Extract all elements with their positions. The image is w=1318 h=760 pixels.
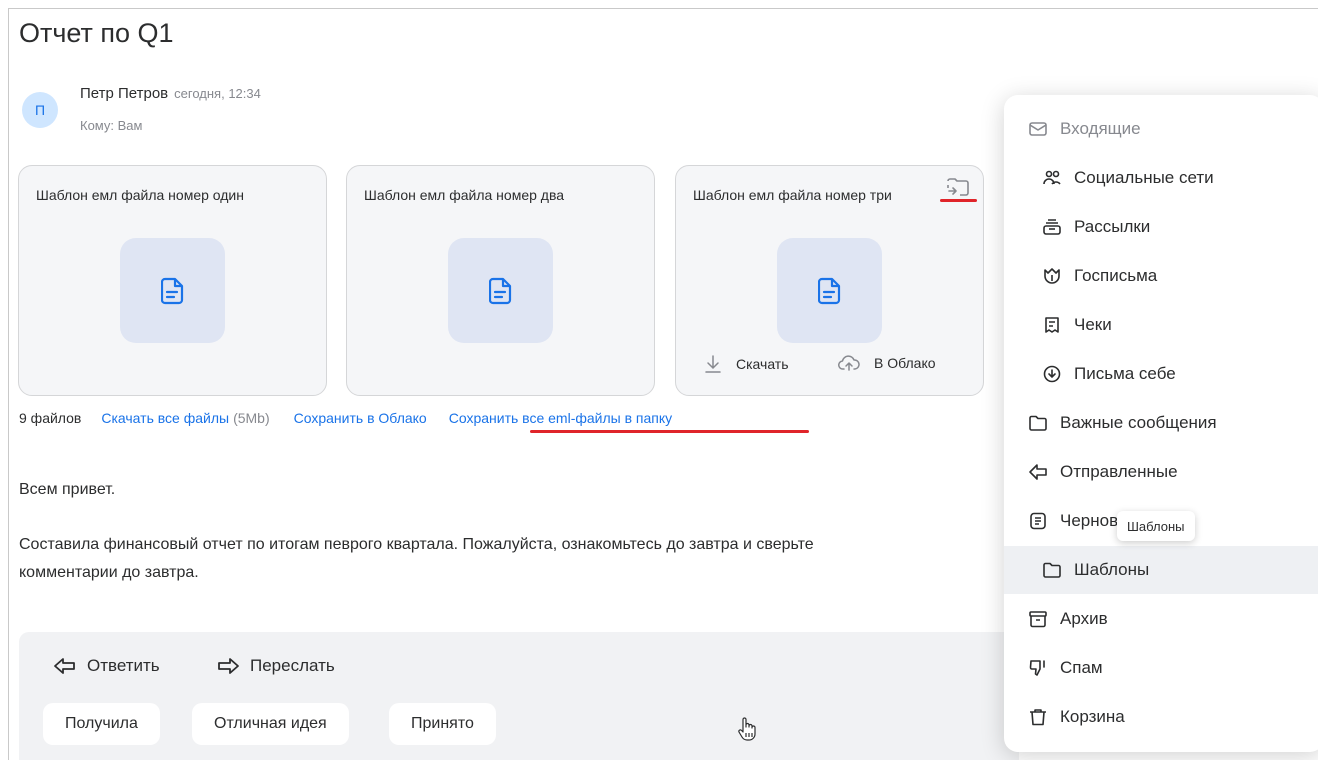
highlight-underline (530, 430, 809, 433)
to-cloud-label: В Облако (874, 355, 936, 371)
menu-item-label: Отправленные (1060, 462, 1178, 481)
trash-icon (1030, 709, 1046, 726)
attachments-bar: 9 файлов Скачать все файлы (5Mb) Сохрани… (19, 410, 672, 426)
attachment-name: Шаблон емл файла номер два (364, 187, 565, 203)
files-count: 9 файлов (19, 410, 82, 426)
document-icon (817, 277, 840, 304)
sent-icon (1029, 464, 1047, 480)
document-icon (160, 277, 183, 304)
save-eml-to-folder-link[interactable]: Сохранить все eml-файлы в папку (449, 410, 672, 426)
attachment-thumbnail[interactable] (120, 238, 225, 343)
folder-icon (1043, 562, 1061, 578)
email-paragraph-line: Составила финансовый отчет по итогам пев… (19, 536, 814, 553)
menu-item-newsletters[interactable]: Рассылки (1004, 203, 1318, 251)
tooltip: Шаблоны (1117, 511, 1195, 541)
forward-icon (218, 658, 239, 674)
emblem-icon (1044, 268, 1060, 284)
menu-item-label: Социальные сети (1074, 168, 1214, 187)
to-cloud-button[interactable]: В Облако (838, 354, 936, 372)
email-subject: Отчет по Q1 (19, 18, 174, 48)
menu-item-label: Архив (1060, 609, 1108, 628)
attachment-name: Шаблон емл файла номер один (36, 187, 244, 203)
hand-pointer-icon (738, 717, 756, 741)
attachment-thumbnail[interactable] (448, 238, 553, 343)
forward-label: Переслать (250, 656, 335, 675)
menu-item-archive[interactable]: Архив (1004, 595, 1318, 643)
download-label: Скачать (736, 356, 789, 372)
email-paragraph-line: комментарии до завтра. (19, 564, 199, 581)
menu-item-spam[interactable]: Спам (1004, 644, 1318, 692)
archive-icon (1029, 611, 1047, 628)
highlight-underline (940, 199, 977, 202)
sender-avatar[interactable]: П (22, 92, 58, 128)
menu-item-trash[interactable]: Корзина (1004, 693, 1318, 741)
sender-name[interactable]: Петр Петров (80, 85, 168, 102)
files-size: (5Mb) (233, 410, 270, 426)
quick-reply-chip[interactable]: Получила (43, 703, 160, 745)
mail-icon (1029, 122, 1047, 136)
menu-item-self[interactable]: Письма себе (1004, 350, 1318, 398)
spam-icon (1029, 660, 1045, 676)
receipt-icon (1045, 317, 1059, 333)
move-to-folder-menu: Входящие Социальные сети Рассылки Госпис… (1004, 95, 1318, 752)
reply-label: Ответить (87, 656, 160, 675)
attachment-thumbnail[interactable] (777, 238, 882, 343)
sent-time: сегодня, 12:34 (174, 86, 261, 101)
forward-button[interactable]: Переслать (216, 656, 335, 676)
menu-item-label: Входящие (1060, 119, 1141, 138)
quick-reply-chip[interactable]: Отличная идея (192, 703, 349, 745)
menu-item-label: Важные сообщения (1060, 413, 1217, 432)
reply-button[interactable]: Ответить (53, 656, 160, 676)
menu-item-social[interactable]: Социальные сети (1004, 154, 1318, 202)
attachment-name: Шаблон емл файла номер три (693, 187, 892, 203)
document-icon (488, 277, 511, 304)
download-all-link[interactable]: Скачать все файлы (101, 410, 229, 426)
sender-line: Петр Петров сегодня, 12:34 (80, 85, 261, 102)
menu-item-templates[interactable]: Шаблоны (1004, 546, 1318, 594)
menu-item-label: Корзина (1060, 707, 1125, 726)
download-icon (705, 355, 721, 373)
menu-item-label: Госписьма (1074, 266, 1158, 285)
attachment-card[interactable]: Шаблон емл файла номер один (18, 165, 327, 396)
menu-item-label: Чеки (1074, 315, 1112, 334)
reply-panel (19, 632, 1019, 760)
quick-reply-chip[interactable]: Принято (389, 703, 496, 745)
menu-item-label: Шаблоны (1074, 560, 1150, 579)
save-to-cloud-link[interactable]: Сохранить в Облако (294, 410, 427, 426)
download-button[interactable]: Скачать (704, 354, 789, 374)
menu-item-gov[interactable]: Госписьма (1004, 252, 1318, 300)
menu-item-label: Рассылки (1074, 217, 1151, 236)
menu-item-important[interactable]: Важные сообщения (1004, 399, 1318, 447)
cloud-upload-icon (838, 355, 860, 371)
attachment-card-hovered[interactable]: Шаблон емл файла номер три Скачать В Обл… (675, 165, 984, 396)
menu-item-label: Спам (1060, 658, 1103, 677)
folder-icon (1029, 415, 1047, 431)
recipient-line: Кому: Вам (80, 118, 143, 133)
reply-icon (54, 658, 75, 674)
save-to-folder-icon[interactable] (946, 176, 970, 198)
attachment-card[interactable]: Шаблон емл файла номер два (346, 165, 655, 396)
menu-item-receipts[interactable]: Чеки (1004, 301, 1318, 349)
self-mail-icon (1043, 365, 1061, 383)
menu-item-sent[interactable]: Отправленные (1004, 448, 1318, 496)
email-paragraph: Составила финансовый отчет по итогам пев… (19, 531, 1014, 587)
newsletter-icon (1043, 219, 1061, 235)
people-icon (1043, 170, 1061, 185)
menu-item-inbox[interactable]: Входящие (1004, 105, 1318, 153)
draft-icon (1030, 512, 1046, 530)
menu-item-label: Письма себе (1074, 364, 1176, 383)
email-greeting: Всем привет. (19, 481, 116, 498)
